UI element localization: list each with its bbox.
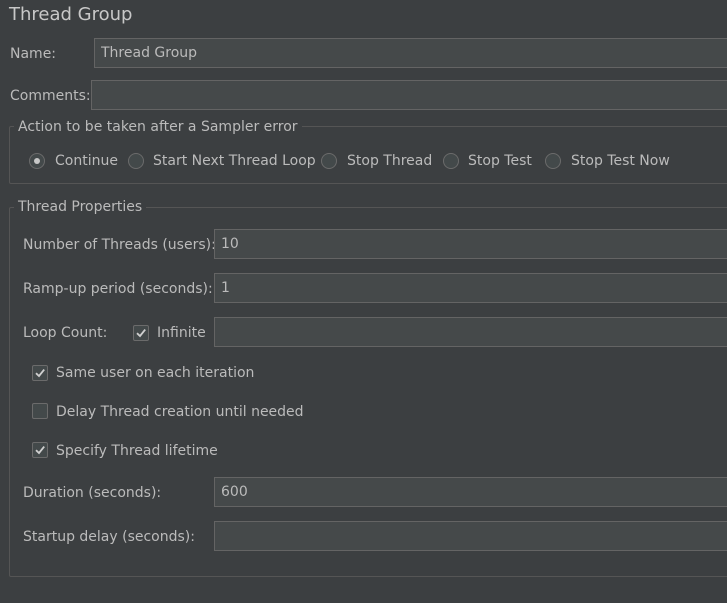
name-label: Name:	[10, 46, 57, 62]
page-title: Thread Group	[9, 4, 133, 25]
delay-creation-checkbox[interactable]	[32, 403, 48, 419]
infinite-label[interactable]: Infinite	[157, 324, 206, 342]
num-threads-label: Number of Threads (users):	[23, 237, 216, 253]
duration-label: Duration (seconds):	[23, 485, 162, 501]
check-icon	[35, 369, 45, 378]
radio-start-next-thread-loop[interactable]	[128, 153, 144, 169]
name-input[interactable]	[94, 38, 727, 68]
check-icon	[136, 329, 146, 338]
ramp-up-input[interactable]	[214, 273, 727, 303]
radio-continue[interactable]	[29, 153, 45, 169]
specify-lifetime-label[interactable]: Specify Thread lifetime	[56, 442, 218, 460]
delay-creation-label[interactable]: Delay Thread creation until needed	[56, 403, 304, 421]
loop-count-label: Loop Count:	[23, 325, 108, 341]
check-icon	[35, 446, 45, 455]
radio-continue-label[interactable]: Continue	[55, 152, 118, 170]
comments-label: Comments:	[10, 88, 91, 104]
radio-stop-test-now-label[interactable]: Stop Test Now	[571, 152, 670, 170]
radio-stop-thread-label[interactable]: Stop Thread	[347, 152, 432, 170]
loop-count-input[interactable]	[214, 317, 727, 347]
radio-start-next-thread-loop-label[interactable]: Start Next Thread Loop	[153, 152, 316, 170]
same-user-label[interactable]: Same user on each iteration	[56, 364, 254, 382]
startup-delay-input[interactable]	[214, 521, 727, 551]
radio-stop-test[interactable]	[443, 153, 459, 169]
specify-lifetime-checkbox[interactable]	[32, 442, 48, 458]
radio-stop-test-label[interactable]: Stop Test	[468, 152, 532, 170]
sampler-error-title: Action to be taken after a Sampler error	[14, 118, 302, 136]
radio-stop-test-now[interactable]	[545, 153, 561, 169]
thread-properties-title: Thread Properties	[14, 198, 147, 216]
startup-delay-label: Startup delay (seconds):	[23, 529, 195, 545]
ramp-up-label: Ramp-up period (seconds):	[23, 281, 213, 297]
same-user-checkbox[interactable]	[32, 365, 48, 381]
duration-input[interactable]	[214, 477, 727, 507]
comments-input[interactable]	[91, 80, 727, 110]
radio-stop-thread[interactable]	[321, 153, 337, 169]
infinite-checkbox[interactable]	[133, 325, 149, 341]
num-threads-input[interactable]	[214, 229, 727, 259]
